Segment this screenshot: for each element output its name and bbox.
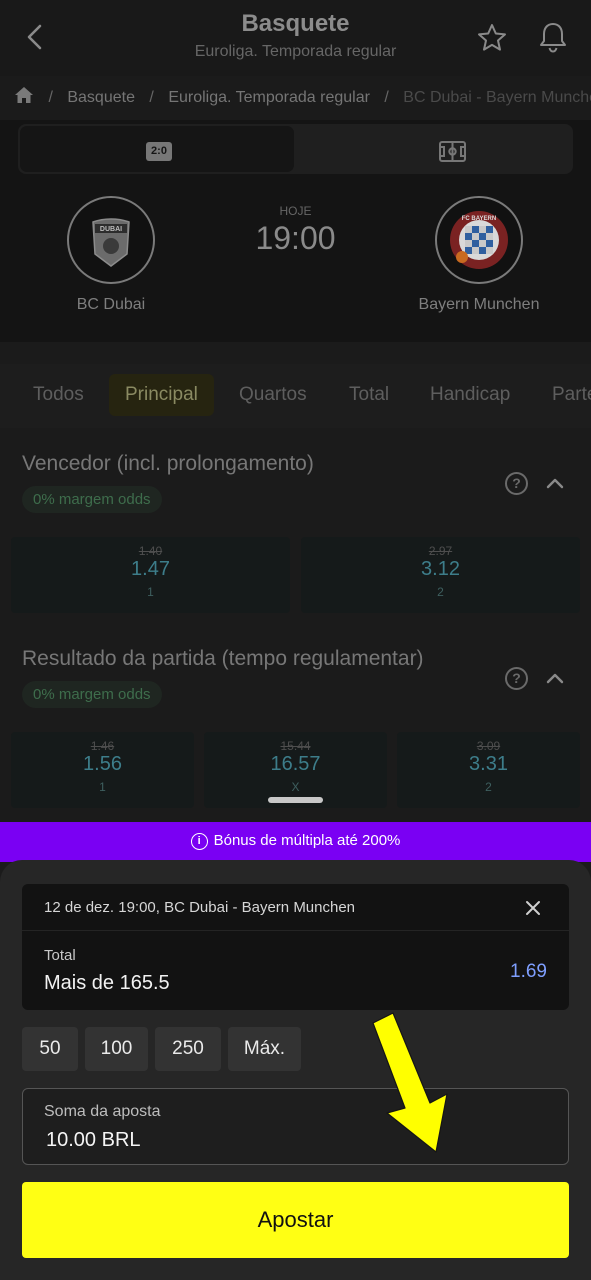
quick-stake-50[interactable]: 50 [22, 1027, 78, 1071]
odd-old-value: 3.09 [476, 739, 501, 753]
odd-value: 3.12 [421, 558, 460, 580]
close-icon[interactable] [525, 900, 541, 916]
quick-stake-250[interactable]: 250 [155, 1027, 221, 1071]
odd-label: 1 [147, 585, 154, 599]
stake-label: Soma da aposta [44, 1103, 161, 1120]
slip-event: 12 de dez. 19:00, BC Dubai - Bayern Munc… [44, 899, 356, 916]
slip-market: Total [44, 947, 76, 964]
odd-value: 3.31 [469, 753, 508, 775]
odd-label: 1 [99, 780, 106, 794]
bell-icon[interactable] [537, 20, 569, 54]
match-header: 2:0 DUBAI BC Dubai HOJE 19:00 FC BAYERN … [0, 120, 591, 342]
odd-label: 2 [437, 585, 444, 599]
market-tabs: Todos Principal Quartos Total Handicap P… [0, 364, 591, 428]
home-team-name: BC Dubai [76, 296, 146, 313]
odd-old-value: 1.40 [138, 544, 163, 558]
field-icon[interactable] [439, 141, 466, 162]
odd-value: 1.47 [131, 558, 170, 580]
quick-stake-max[interactable]: Máx. [228, 1027, 301, 1071]
away-team[interactable]: FC BAYERN Bayern Munchen [389, 196, 569, 314]
away-team-logo: FC BAYERN [435, 196, 523, 284]
bonus-text: Bónus de múltipla até 200% [213, 832, 401, 849]
breadcrumb-separator: / [149, 88, 154, 106]
home-icon[interactable] [14, 86, 34, 109]
chevron-up-icon[interactable] [546, 672, 564, 684]
stake-value[interactable]: 10.00 BRL [46, 1129, 141, 1152]
breadcrumb-item[interactable]: Euroliga. Temporada regular [168, 89, 370, 107]
view-switch: 2:0 [18, 124, 573, 174]
odd-button[interactable]: 1.40 1.47 1 [11, 537, 290, 613]
bet-slip-card: 12 de dez. 19:00, BC Dubai - Bayern Munc… [22, 884, 569, 1010]
help-icon[interactable]: ? [505, 667, 528, 690]
odd-old-value: 15.44 [280, 739, 311, 753]
breadcrumb-separator: / [384, 88, 389, 106]
tab-total[interactable]: Total [333, 374, 405, 416]
odd-label: X [291, 780, 300, 794]
bet-slip-header: 12 de dez. 19:00, BC Dubai - Bayern Munc… [22, 884, 569, 931]
odd-button[interactable]: 1.46 1.56 1 [11, 732, 194, 808]
market-title: Vencedor (incl. prolongamento) [22, 452, 314, 475]
slip-odd: 1.69 [510, 961, 547, 982]
market-title: Resultado da partida (tempo regulamentar… [22, 647, 424, 670]
odd-old-value: 1.46 [90, 739, 115, 753]
margin-badge: 0% margem odds [22, 681, 162, 708]
bonus-banner[interactable]: i Bónus de múltipla até 200% [0, 822, 591, 862]
odd-button[interactable]: 2.97 3.12 2 [301, 537, 580, 613]
odd-old-value: 2.97 [428, 544, 453, 558]
breadcrumb-item[interactable]: Basquete [67, 89, 135, 107]
margin-badge: 0% margem odds [22, 486, 162, 513]
quick-stake-100[interactable]: 100 [85, 1027, 148, 1071]
info-icon: i [190, 832, 208, 850]
scoreboard-icon: 2:0 [146, 142, 172, 161]
away-logo-text: FC BAYERN [462, 216, 496, 222]
odd-value: 1.56 [83, 753, 122, 775]
market-result: Resultado da partida (tempo regulamentar… [0, 625, 591, 817]
slip-selection: Mais de 165.5 [44, 972, 170, 994]
away-team-name: Bayern Munchen [418, 296, 540, 313]
tab-principal[interactable]: Principal [109, 374, 214, 416]
tab-quartos[interactable]: Quartos [223, 374, 323, 416]
stake-input[interactable]: Soma da aposta 10.00 BRL [22, 1088, 569, 1165]
odd-value: 16.57 [270, 753, 321, 775]
bet-slip-sheet: 12 de dez. 19:00, BC Dubai - Bayern Munc… [0, 860, 591, 1280]
arrow-annotation-icon [372, 1012, 448, 1153]
breadcrumb: / Basquete / Euroliga. Temporada regular… [14, 86, 591, 110]
tab-handicap[interactable]: Handicap [414, 374, 526, 416]
odd-label: 2 [485, 780, 492, 794]
chevron-up-icon[interactable] [546, 477, 564, 489]
sheet-drag-handle[interactable] [268, 797, 323, 803]
app-header: Basquete Euroliga. Temporada regular [0, 0, 591, 76]
tab-parte[interactable]: Parte [536, 374, 591, 416]
odd-button[interactable]: 3.09 3.31 2 [397, 732, 580, 808]
breadcrumb-current: BC Dubai - Bayern Munchen [403, 88, 591, 106]
market-winner: Vencedor (incl. prolongamento) 0% margem… [0, 430, 591, 622]
tab-todos[interactable]: Todos [17, 374, 100, 416]
help-icon[interactable]: ? [505, 472, 528, 495]
breadcrumb-separator: / [48, 88, 53, 106]
place-bet-button[interactable]: Apostar [22, 1182, 569, 1258]
star-icon[interactable] [476, 22, 508, 54]
